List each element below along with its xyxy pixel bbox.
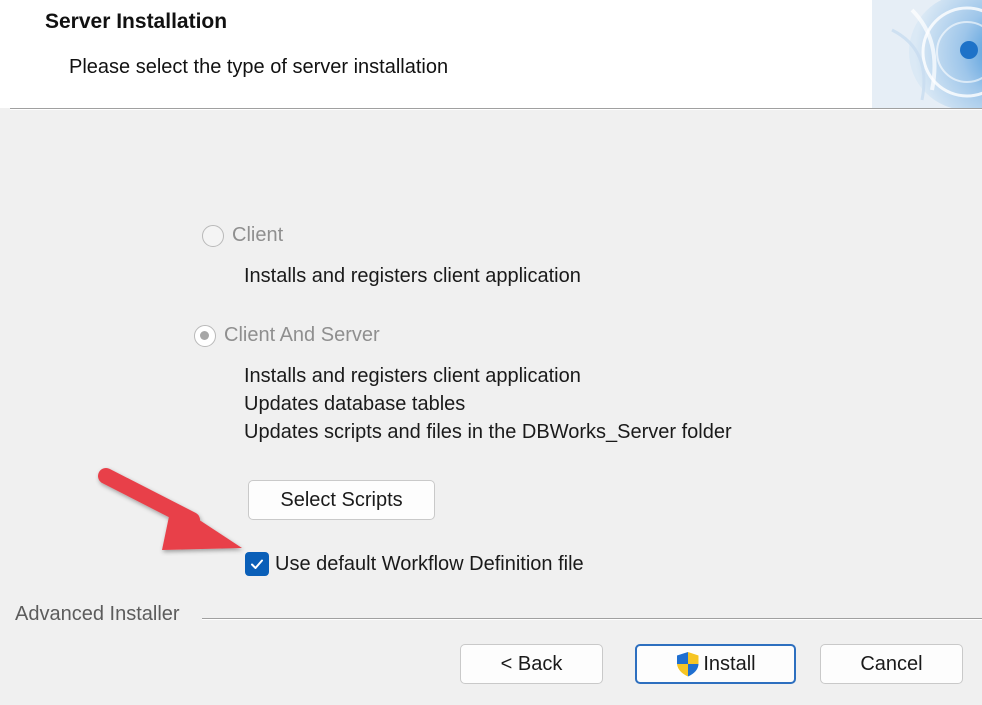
- back-button[interactable]: < Back: [460, 644, 603, 684]
- install-button[interactable]: Install: [635, 644, 796, 684]
- client-and-server-description-line: Updates database tables: [244, 393, 466, 415]
- uac-shield-icon: [677, 651, 700, 677]
- cancel-button[interactable]: Cancel: [820, 644, 963, 684]
- annotation-arrow-icon: [98, 468, 242, 550]
- header-banner: Server Installation Please select the ty…: [0, 0, 982, 108]
- client-description: Installs and registers client applicatio…: [244, 262, 581, 290]
- client-and-server-option-label: Client And Server: [224, 324, 380, 346]
- client-description-line: Installs and registers client applicatio…: [244, 265, 581, 287]
- default-workflow-checkbox-label: Use default Workflow Definition file: [275, 552, 584, 575]
- page-title: Server Installation: [45, 10, 228, 33]
- default-workflow-checkbox-row[interactable]: Use default Workflow Definition file: [245, 549, 584, 579]
- client-and-server-radio[interactable]: [194, 325, 216, 347]
- footer-brand: Advanced Installer: [15, 603, 180, 625]
- install-button-label: Install: [703, 652, 756, 675]
- client-and-server-description-line: Installs and registers client applicatio…: [244, 365, 581, 387]
- client-and-server-description: Installs and registers client applicatio…: [244, 362, 732, 446]
- installer-logo-icon: [872, 0, 982, 108]
- checkmark-icon: [251, 559, 263, 569]
- select-scripts-button[interactable]: Select Scripts: [248, 480, 435, 520]
- client-option-label: Client: [232, 224, 284, 246]
- default-workflow-checkbox[interactable]: [245, 552, 269, 576]
- client-radio[interactable]: [202, 225, 224, 247]
- page-subtitle: Please select the type of server install…: [69, 56, 449, 78]
- client-and-server-description-line: Updates scripts and files in the DBWorks…: [244, 421, 732, 443]
